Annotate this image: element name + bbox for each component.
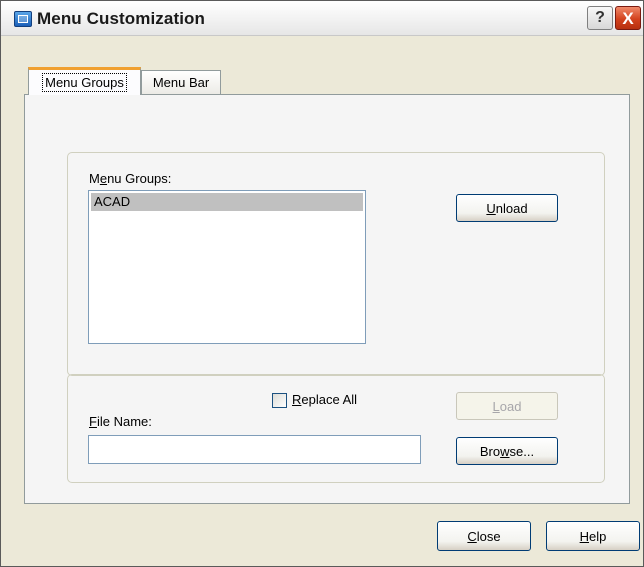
tab-menu-bar[interactable]: Menu Bar <box>141 70 221 94</box>
tab-menu-bar-label: Menu Bar <box>152 75 210 90</box>
app-icon <box>14 11 32 27</box>
menu-customization-dialog: Menu Customization ? X Menu Groups Menu … <box>0 0 644 567</box>
file-name-input[interactable] <box>88 435 421 464</box>
tab-menu-groups-label: Menu Groups <box>42 73 127 92</box>
title-bar[interactable]: Menu Customization ? X <box>1 1 643 36</box>
help-button[interactable]: Help <box>546 521 640 551</box>
menu-groups-label: Menu Groups: <box>89 171 172 186</box>
close-button[interactable]: Close <box>437 521 531 551</box>
help-title-button[interactable]: ? <box>587 6 613 30</box>
close-icon: X <box>622 8 634 28</box>
window-title: Menu Customization <box>37 9 206 28</box>
replace-all-checkbox[interactable] <box>272 393 287 408</box>
close-title-button[interactable]: X <box>615 6 641 30</box>
browse-button[interactable]: Bro w se... <box>456 437 558 465</box>
list-item[interactable]: ACAD <box>91 193 363 211</box>
tab-menu-groups[interactable]: Menu Groups <box>28 67 141 95</box>
unload-button[interactable]: Unload <box>456 194 558 222</box>
replace-all-label[interactable]: Replace All <box>292 392 357 407</box>
load-button[interactable]: Load <box>456 392 558 420</box>
menu-groups-list[interactable]: ACAD <box>88 190 366 344</box>
help-icon: ? <box>595 9 605 26</box>
file-name-label: File Name: <box>89 414 152 429</box>
